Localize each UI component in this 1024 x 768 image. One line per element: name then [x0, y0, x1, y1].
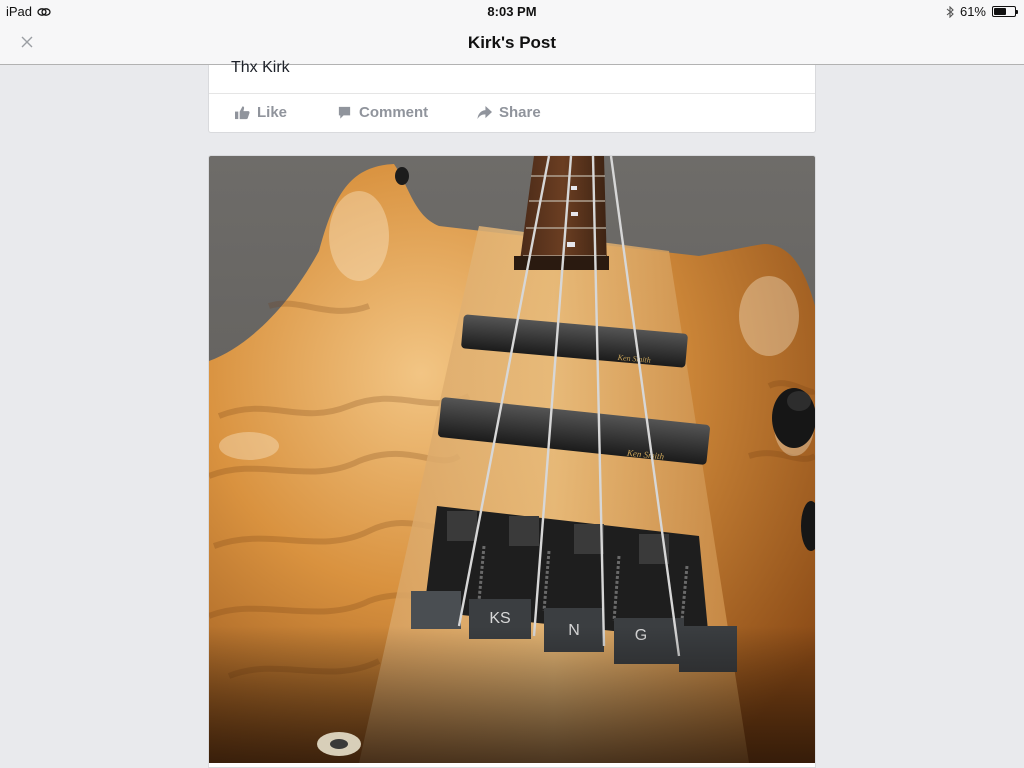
- status-bar: iPad 8:03 PM 61%: [0, 0, 1024, 22]
- share-button[interactable]: Share: [477, 104, 541, 121]
- previous-post-card: Thx Kirk Like Comment Share: [208, 59, 816, 133]
- photo-post-card: Ken Smith Ken Smith KS: [208, 155, 816, 768]
- comment-label: Comment: [359, 104, 429, 121]
- share-label: Share: [499, 104, 541, 121]
- like-button[interactable]: Like: [235, 104, 287, 121]
- battery-fill: [994, 8, 1007, 15]
- post-photo[interactable]: Ken Smith Ken Smith KS: [209, 156, 815, 763]
- like-label: Like: [257, 104, 288, 121]
- battery-percent: 61%: [959, 4, 986, 19]
- bluetooth-icon: [946, 5, 954, 18]
- status-bar-right: 61%: [946, 4, 1018, 19]
- comment-button[interactable]: Comment: [337, 104, 428, 121]
- post-text: Thx Kirk: [231, 59, 290, 76]
- page-title: Kirk's Post: [467, 33, 557, 52]
- navigation-bar: Kirk's Post: [0, 22, 1024, 65]
- post-actions: Like Comment Share: [209, 93, 815, 132]
- comment-icon: [338, 106, 351, 119]
- status-time: 8:03 PM: [487, 4, 537, 19]
- share-arrow-icon: [477, 105, 492, 120]
- bridge-letter-ks: KS: [489, 610, 510, 627]
- battery-icon: [992, 6, 1018, 17]
- thumbs-up-icon: [235, 106, 250, 120]
